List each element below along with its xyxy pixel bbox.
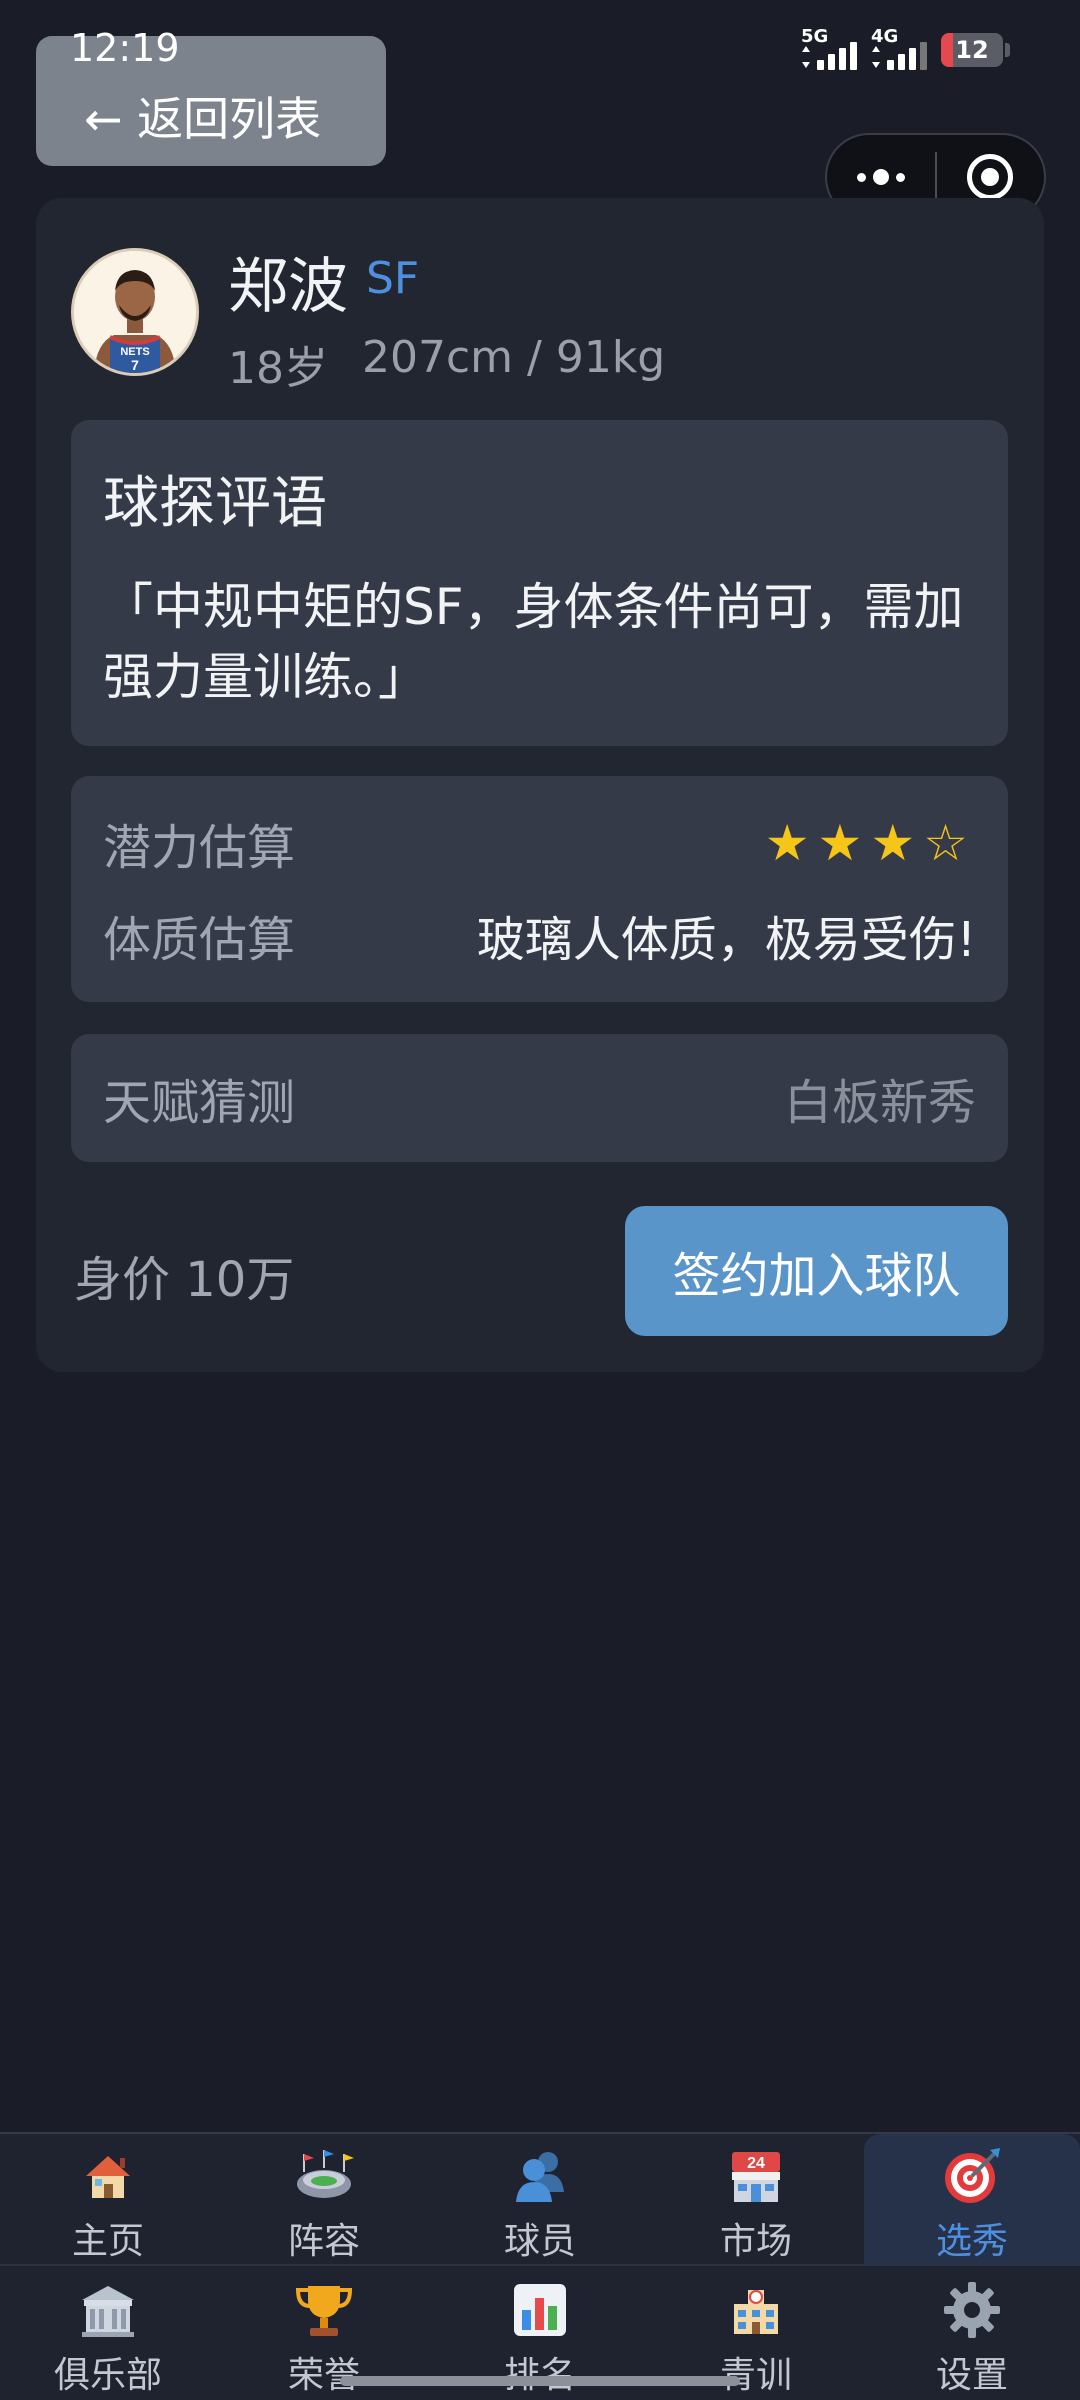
stadium-icon (292, 2144, 356, 2208)
talent-value: 白板新秀 (783, 1075, 976, 1131)
potential-stars: ★★★☆ (764, 814, 976, 872)
potential-row: 潜力估算 ★★★☆ (103, 808, 976, 878)
player-avatar: NETS 7 (71, 248, 199, 376)
player-card: NETS 7 郑波 SF 18岁 207cm / 91kg 球探评语 「中规中矩… (36, 198, 1044, 1372)
tab-lineup[interactable]: 阵容 (216, 2134, 432, 2264)
tab-club[interactable]: 俱乐部 (0, 2268, 216, 2400)
tab-players[interactable]: 球员 (432, 2134, 648, 2264)
sign-player-button[interactable]: 签约加入球队 (625, 1206, 1008, 1336)
svg-text:7: 7 (131, 357, 139, 373)
home-indicator[interactable] (340, 2376, 740, 2386)
talent-row: 天赋猜测 白板新秀 (103, 1063, 976, 1133)
player-name: 郑波 (228, 252, 348, 322)
bottom-tab-bar: 主页 阵容 球员 24 市场 选秀 俱乐部 荣誉 青训 设置 (0, 2132, 1080, 2400)
tab-settings[interactable]: 设置 (864, 2268, 1080, 2400)
tab-draft[interactable]: 选秀 (864, 2134, 1080, 2264)
player-body: 207cm / 91kg (362, 332, 666, 383)
player-meta: 18岁 207cm / 91kg (228, 332, 665, 396)
estimate-panel: 潜力估算 ★★★☆ 体质估算 玻璃人体质，极易受伤! (71, 776, 1008, 1002)
bar-chart-icon (508, 2278, 572, 2342)
trophy-icon (292, 2278, 356, 2342)
tab-market[interactable]: 24 市场 (648, 2134, 864, 2264)
tab-home[interactable]: 主页 (0, 2134, 216, 2264)
scout-comment-text: 「中规中矩的SF，身体条件尚可，需加强力量训练。」 (103, 578, 964, 706)
target-icon (940, 2144, 1004, 2208)
scout-comment-title: 球探评语 (103, 471, 327, 536)
record-circle-icon (967, 154, 1014, 200)
status-indicators: 5G 4G 12 (801, 26, 1010, 72)
battery-icon: 12 (941, 33, 1003, 67)
more-dots-icon (856, 169, 905, 185)
physique-label: 体质估算 (103, 912, 296, 968)
signal-5g-icon: 5G (801, 26, 857, 70)
player-position: SF (366, 253, 420, 304)
talent-label: 天赋猜测 (103, 1075, 296, 1131)
status-time: 12:19 (70, 26, 180, 70)
players-icon (508, 2144, 572, 2208)
school-icon (724, 2278, 788, 2342)
market-icon: 24 (724, 2144, 788, 2208)
house-icon (76, 2144, 140, 2208)
tab-row-primary: 主页 阵容 球员 24 市场 选秀 (0, 2134, 1080, 2266)
draft-player-detail-page: 12:19 5G 4G 12 ← 返回列表 NETS 7 郑波 SF 18岁 2… (0, 0, 1080, 2400)
player-age: 18岁 (228, 343, 328, 394)
player-price: 身价 10万 (74, 1252, 295, 1308)
gear-icon (940, 2278, 1004, 2342)
talent-panel: 天赋猜测 白板新秀 (71, 1034, 1008, 1162)
club-building-icon (76, 2278, 140, 2342)
potential-label: 潜力估算 (103, 820, 296, 876)
svg-text:24: 24 (747, 2155, 765, 2172)
physique-value: 玻璃人体质，极易受伤! (476, 912, 976, 968)
scout-comment-panel: 球探评语 「中规中矩的SF，身体条件尚可，需加强力量训练。」 (71, 420, 1008, 746)
physique-row: 体质估算 玻璃人体质，极易受伤! (103, 900, 976, 970)
signal-4g-icon: 4G (871, 26, 927, 70)
